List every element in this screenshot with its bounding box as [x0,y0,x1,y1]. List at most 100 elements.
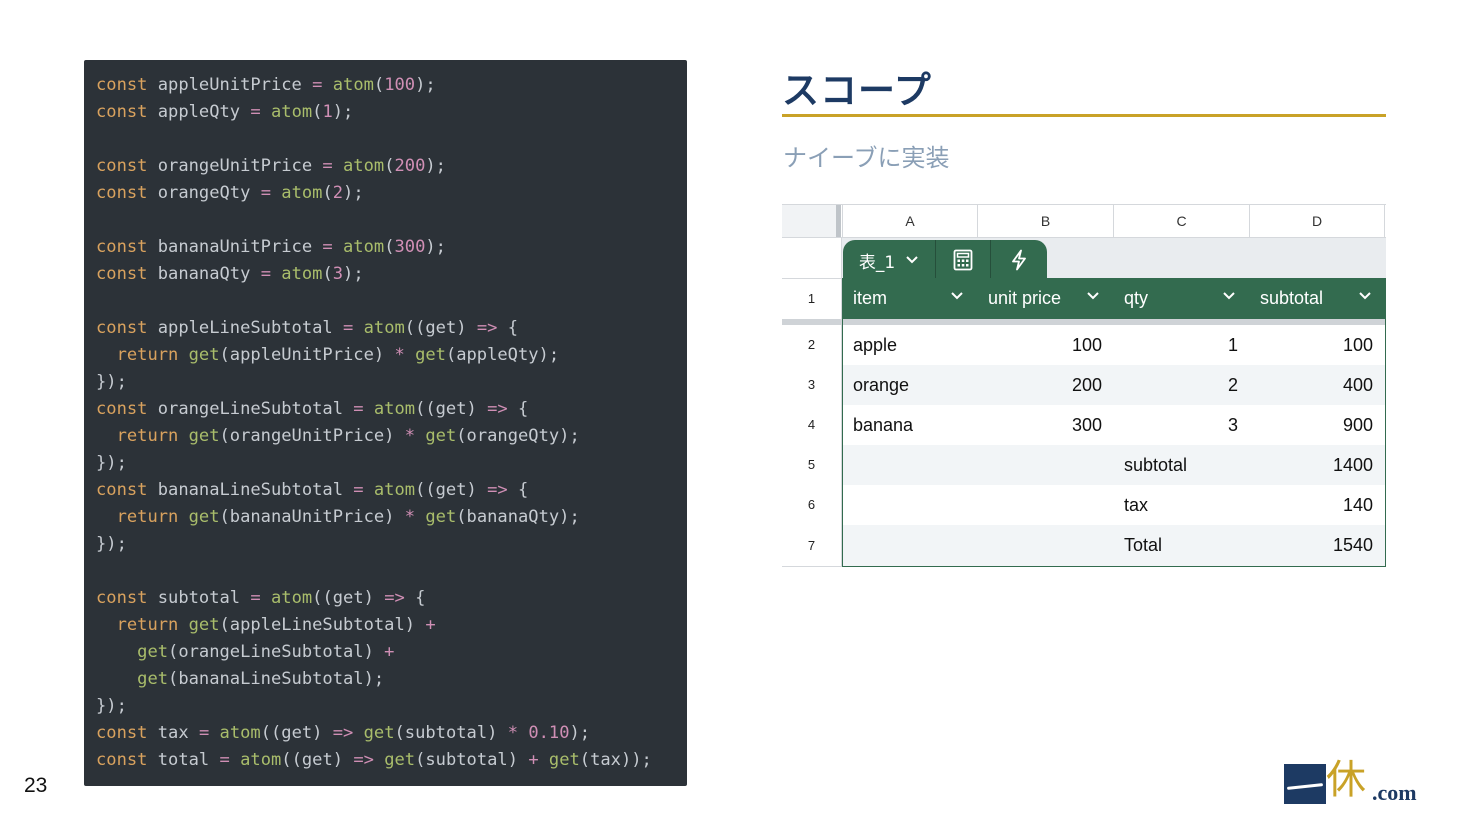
cell-unit-price[interactable]: 100 [978,325,1114,365]
brand-logo: 休 .com [1284,758,1434,806]
code-token: (subtotal) [394,723,508,743]
code-token: tax [147,723,199,743]
calculator-button[interactable] [936,240,990,280]
code-token: = [312,75,323,95]
header-cell-qty[interactable]: qty [1114,278,1250,319]
cell-qty[interactable]: 2 [1114,365,1250,405]
cell-item[interactable] [843,485,978,525]
frozen-divider[interactable] [836,205,841,237]
cell-unit-price[interactable] [978,445,1114,485]
header-cell-item[interactable]: item [843,278,978,319]
column-header-a[interactable]: A [842,205,977,237]
code-line: const orangeQty = atom(2); [96,180,687,207]
cell-item[interactable]: banana [843,405,978,445]
cell-qty[interactable]: 3 [1114,405,1250,445]
cell-subtotal[interactable]: 1540 [1250,525,1385,565]
code-token: (bananaUnitPrice) [219,507,405,527]
chevron-down-icon[interactable] [1358,291,1372,301]
cell-summary-label[interactable]: subtotal [1114,445,1250,485]
cell-subtotal[interactable]: 400 [1250,365,1385,405]
cell-summary-label[interactable]: tax [1114,485,1250,525]
code-token: * [404,507,416,527]
row-number[interactable]: 7 [782,525,842,567]
cell-item[interactable] [843,445,978,485]
code-line: const subtotal = atom((get) => { [96,585,687,612]
lightning-icon [1012,249,1026,271]
cell-subtotal[interactable]: 140 [1250,485,1385,525]
table-row: orange 200 2 400 [843,365,1385,405]
row-number[interactable]: 3 [782,365,842,405]
code-token: + [425,615,436,635]
code-token: 200 [394,156,426,176]
cell-qty[interactable]: 1 [1114,325,1250,365]
cell-item[interactable]: apple [843,325,978,365]
cell-unit-price[interactable] [978,485,1114,525]
table-row: banana 300 3 900 [843,405,1385,445]
cell-subtotal[interactable]: 1400 [1250,445,1385,485]
row-number[interactable]: 4 [782,405,842,445]
row-number-blank [782,238,842,278]
code-token: appleQty [147,102,251,122]
code-token: ( [384,237,395,257]
chevron-down-icon[interactable] [1086,291,1100,301]
cell-unit-price[interactable]: 300 [978,405,1114,445]
code-token: return [116,615,179,635]
code-token: return [116,507,179,527]
code-token: const [96,480,148,500]
cell-subtotal[interactable]: 900 [1250,405,1385,445]
automation-button[interactable] [991,240,1047,280]
code-token: const [96,723,148,743]
code-token: ( [312,102,323,122]
code-token: atom [240,750,282,770]
code-token: (orangeLineSubtotal) [168,642,385,662]
code-token: get [137,642,169,662]
code-token: return [116,426,179,446]
chevron-down-icon[interactable] [1222,291,1236,301]
cell-item[interactable]: orange [843,365,978,405]
table-tab[interactable]: 表_1 [843,240,1047,280]
chevron-down-icon[interactable] [950,291,964,301]
header-label: qty [1124,288,1149,308]
logo-suffix: .com [1372,780,1417,805]
column-header-c[interactable]: C [1113,205,1249,237]
column-header-d[interactable]: D [1249,205,1385,237]
cell-subtotal[interactable]: 100 [1250,325,1385,365]
table-row: subtotal 1400 [843,445,1385,485]
select-all-corner[interactable] [782,205,836,237]
code-token: get [425,507,457,527]
code-token: ); [343,264,364,284]
code-token: atom [270,102,313,122]
header-cell-unit-price[interactable]: unit price [978,278,1114,319]
cell-unit-price[interactable] [978,525,1114,565]
table-name-dropdown[interactable]: 表_1 [843,240,935,280]
row-number[interactable]: 1 [782,278,842,319]
chevron-down-icon [906,256,918,264]
cell-item[interactable] [843,525,978,565]
table-header-row: item unit price qty subtotal [843,278,1386,319]
row-number[interactable]: 2 [782,325,842,365]
code-token: { [507,399,529,419]
row-number[interactable]: 5 [782,445,842,485]
code-token: = [353,399,364,419]
code-token: get [188,507,220,527]
row-number[interactable]: 6 [782,485,842,525]
cell-summary-label[interactable]: Total [1114,525,1250,565]
code-token: appleLineSubtotal [147,318,344,338]
code-token: (appleQty); [445,345,560,365]
header-cell-subtotal[interactable]: subtotal [1250,278,1386,319]
code-line: const bananaLineSubtotal = atom((get) =>… [96,477,687,504]
cell-unit-price[interactable]: 200 [978,365,1114,405]
column-header-row: A B C D [782,204,1386,238]
code-line: }); [96,369,687,396]
column-header-b[interactable]: B [977,205,1113,237]
code-token: = [260,183,271,203]
code-token: get [548,750,580,770]
